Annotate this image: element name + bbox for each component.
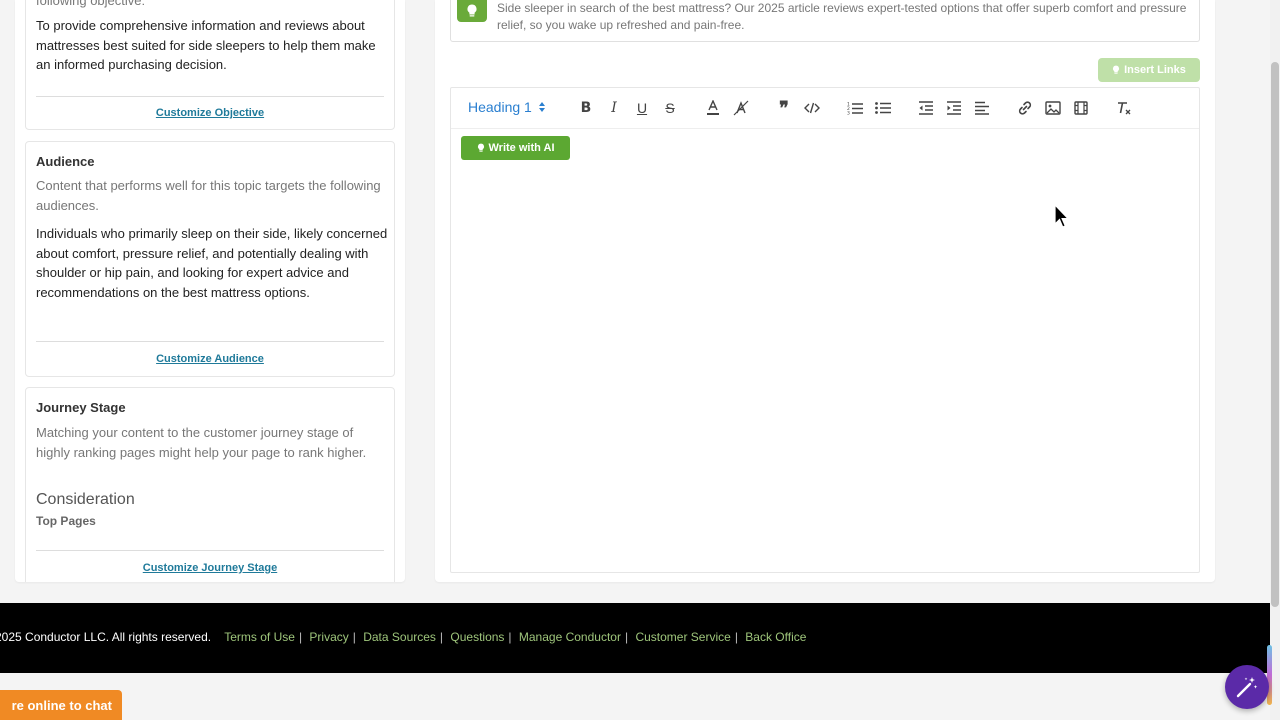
- code-button[interactable]: [801, 98, 823, 118]
- ai-assistant-button[interactable]: [1225, 665, 1269, 709]
- journey-stage-title: Journey Stage: [36, 400, 126, 415]
- blockquote-button[interactable]: ❞: [773, 97, 795, 119]
- ordered-list-icon: 123: [847, 102, 863, 116]
- insert-links-button[interactable]: Insert Links: [1098, 58, 1200, 82]
- link-button[interactable]: [1014, 98, 1036, 118]
- page-scrollbar[interactable]: [1270, 0, 1280, 720]
- audience-card: Audience Content that performs well for …: [25, 141, 395, 377]
- footer-link-data-sources[interactable]: Data Sources: [363, 630, 436, 644]
- sort-arrows-icon: [538, 102, 545, 112]
- live-chat-tab[interactable]: re online to chat: [0, 690, 122, 720]
- chat-tab-label: re online to chat: [11, 697, 112, 713]
- objective-heading-partial: following objective:: [36, 0, 146, 8]
- align-button[interactable]: [971, 98, 993, 118]
- font-color-button[interactable]: [702, 98, 724, 118]
- top-pages-label: Top Pages: [36, 514, 96, 528]
- bold-icon: B: [580, 100, 592, 116]
- assistant-edge-accent: [1267, 645, 1272, 705]
- lightbulb-icon: [477, 143, 484, 152]
- audience-description: Content that performs well for this topi…: [36, 178, 381, 213]
- image-icon: [1045, 101, 1061, 115]
- customize-audience-link[interactable]: Customize Audience: [26, 353, 394, 365]
- image-button[interactable]: [1042, 98, 1064, 118]
- audience-title: Audience: [36, 154, 95, 169]
- lightbulb-icon: [1113, 65, 1120, 74]
- indent-button[interactable]: [943, 98, 965, 118]
- separator: |: [298, 630, 303, 644]
- scrollbar-thumb[interactable]: [1271, 62, 1279, 607]
- blockquote-icon: ❞: [779, 97, 789, 119]
- journey-stage-value: Consideration: [36, 491, 135, 508]
- italic-button[interactable]: I: [603, 98, 625, 118]
- mouse-cursor-icon: [1054, 204, 1070, 228]
- write-with-ai-button[interactable]: Write with AI: [461, 136, 570, 160]
- lightbulb-icon: [457, 0, 487, 22]
- footer-link-terms[interactable]: Terms of Use: [224, 630, 295, 644]
- bullet-list-icon: [875, 102, 891, 114]
- divider: [36, 550, 384, 551]
- footer-link-manage-conductor[interactable]: Manage Conductor: [519, 630, 621, 644]
- clear-format-button[interactable]: [1113, 98, 1135, 118]
- footer-link-customer-service[interactable]: Customer Service: [635, 630, 730, 644]
- clear-format-icon: [1118, 102, 1131, 115]
- video-icon: [1074, 101, 1088, 115]
- separator: |: [439, 630, 444, 644]
- copyright-text: 2025 Conductor LLC. All rights reserved.: [0, 630, 212, 644]
- strikethrough-button[interactable]: S: [659, 98, 681, 118]
- align-left-icon: [975, 101, 989, 115]
- customize-objective-link[interactable]: Customize Objective: [26, 107, 394, 119]
- outdent-icon: [919, 101, 933, 115]
- outdent-button[interactable]: [915, 98, 937, 118]
- journey-stage-card: Journey Stage Matching your content to t…: [25, 387, 395, 582]
- objective-card: following objective: To provide comprehe…: [25, 0, 395, 130]
- objective-text: To provide comprehensive information and…: [36, 18, 376, 72]
- magic-wand-icon: [1236, 677, 1258, 698]
- divider: [36, 96, 384, 97]
- link-icon: [1018, 101, 1032, 115]
- footer-link-privacy[interactable]: Privacy: [309, 630, 348, 644]
- rich-text-editor: Heading 1 B I U S ❞ 123 Write with AI: [450, 87, 1200, 573]
- separator: |: [508, 630, 512, 644]
- separator: |: [734, 630, 738, 644]
- underline-button[interactable]: U: [631, 98, 653, 118]
- highlight-icon: [733, 100, 749, 116]
- journey-stage-description: Matching your content to the customer jo…: [36, 425, 367, 460]
- editor-toolbar: Heading 1 B I U S ❞ 123: [451, 88, 1199, 129]
- separator: |: [624, 630, 629, 644]
- highlight-button[interactable]: [730, 98, 752, 118]
- footer-link-questions[interactable]: Questions: [450, 630, 504, 644]
- svg-text:3: 3: [847, 111, 850, 116]
- editor-content-area[interactable]: [451, 168, 1199, 568]
- underline-icon: U: [636, 100, 648, 116]
- indent-icon: [947, 101, 961, 115]
- audience-text: Individuals who primarily sleep on their…: [36, 226, 388, 300]
- video-button[interactable]: [1070, 98, 1092, 118]
- code-icon: [804, 102, 820, 114]
- strikethrough-icon: S: [665, 100, 675, 116]
- footer-link-back-office[interactable]: Back Office: [745, 630, 806, 644]
- meta-description-text: Side sleeper in search of the best mattr…: [497, 1, 1187, 32]
- insert-links-label: Insert Links: [1124, 64, 1186, 76]
- editor-panel: Side sleeper in search of the best mattr…: [435, 0, 1215, 582]
- page: following objective: To provide comprehe…: [0, 0, 1280, 720]
- divider: [36, 341, 384, 342]
- ordered-list-button[interactable]: 123: [844, 98, 866, 118]
- italic-icon: I: [611, 100, 617, 116]
- customize-journey-stage-link[interactable]: Customize Journey Stage: [26, 562, 394, 574]
- write-with-ai-label: Write with AI: [488, 142, 555, 154]
- font-color-icon: [707, 100, 719, 115]
- insights-panel: following objective: To provide comprehe…: [15, 0, 405, 582]
- bullet-list-button[interactable]: [872, 98, 894, 118]
- heading-select-value: Heading 1: [468, 99, 532, 115]
- bold-button[interactable]: B: [575, 98, 597, 118]
- heading-select[interactable]: Heading 1: [468, 99, 546, 115]
- separator: |: [352, 630, 356, 644]
- footer: 2025 Conductor LLC. All rights reserved.…: [0, 603, 1280, 673]
- meta-description-box: Side sleeper in search of the best mattr…: [450, 0, 1200, 42]
